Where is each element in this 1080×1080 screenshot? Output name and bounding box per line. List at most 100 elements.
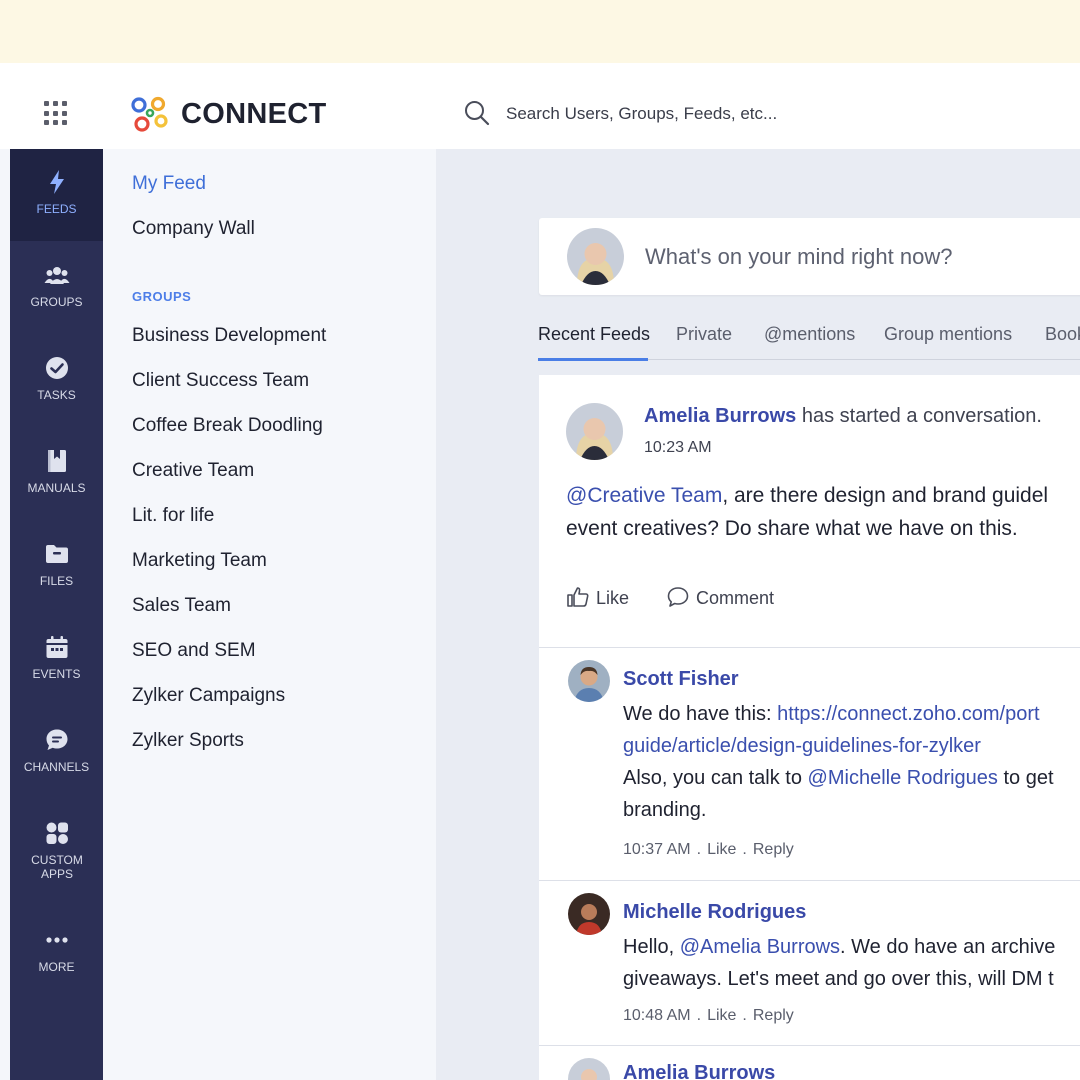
groups-heading: GROUPS xyxy=(132,289,192,304)
thumbs-up-icon xyxy=(567,587,589,607)
avatar xyxy=(568,893,610,935)
group-item[interactable]: SEO and SEM xyxy=(132,640,256,662)
like-label: Like xyxy=(596,588,630,608)
group-item[interactable]: Business Development xyxy=(132,325,326,347)
sidebar-item-feeds[interactable]: FEEDS xyxy=(10,149,103,241)
people-icon xyxy=(44,267,70,284)
apps-icon xyxy=(46,822,68,844)
composer-input[interactable] xyxy=(645,242,1080,272)
feed-main: Recent Feeds Private @mentions Group men… xyxy=(436,149,1080,1080)
url-link[interactable]: guide/article/design-guidelines-for-zylk… xyxy=(623,730,1080,762)
comment-body: Hello, @Amelia Burrows. We do have an ar… xyxy=(623,931,1080,995)
sidebar-item-channels[interactable]: CHANNELS xyxy=(10,707,103,799)
comment-button[interactable]: Comment xyxy=(666,585,774,609)
meta-separator: . xyxy=(696,841,702,858)
post-text: , are there design and brand guidel xyxy=(722,484,1049,507)
sidebar-item-more[interactable]: MORE xyxy=(10,907,103,999)
app-launcher-icon[interactable] xyxy=(44,101,69,126)
comment-text: . We do have an archive xyxy=(840,936,1056,958)
comment: Amelia Burrows xyxy=(539,1046,1080,1080)
comment-icon xyxy=(667,587,689,607)
feed-post: Amelia Burrows has started a conversatio… xyxy=(539,375,1080,647)
sidebar-item-label: MORE xyxy=(38,960,75,974)
sidebar-item-label: GROUPS xyxy=(30,295,83,309)
chat-icon xyxy=(46,729,68,750)
search-input[interactable] xyxy=(506,100,1046,128)
meta-separator: . xyxy=(696,1007,702,1024)
tab-recent-feeds[interactable]: Recent Feeds xyxy=(538,324,650,345)
connect-logo-icon xyxy=(131,96,168,132)
group-item[interactable]: Sales Team xyxy=(132,595,231,617)
calendar-icon xyxy=(46,636,68,658)
tab-private[interactable]: Private xyxy=(676,324,732,345)
sidebar-item-label: FILES xyxy=(39,574,74,588)
feed-tabs: Recent Feeds Private @mentions Group men… xyxy=(538,314,1080,361)
post-action-text: has started a conversation. xyxy=(801,405,1042,427)
post-body: @Creative Team, are there design and bra… xyxy=(566,479,1080,545)
lightning-icon xyxy=(50,170,64,194)
sidebar-item-files[interactable]: FILES xyxy=(10,521,103,613)
comment-author[interactable]: Michelle Rodrigues xyxy=(623,901,806,924)
sidebar-item-custom-apps[interactable]: CUSTOM APPS xyxy=(10,800,103,892)
sidebar: FEEDS GROUPS TASKS MANUALS FILES EVENTS xyxy=(10,149,103,1080)
sidebar-item-events[interactable]: EVENTS xyxy=(10,614,103,706)
sidebar-item-groups[interactable]: GROUPS xyxy=(10,242,103,334)
sidebar-item-label: CUSTOM APPS xyxy=(31,853,83,881)
tab-group-mentions[interactable]: Group mentions xyxy=(884,324,1012,345)
group-item[interactable]: Marketing Team xyxy=(132,550,267,572)
mention-link[interactable]: @Michelle Rodrigues xyxy=(808,767,998,789)
comment-meta: 10:48 AM. Like. Reply xyxy=(623,1007,794,1025)
post-header: Amelia Burrows has started a conversatio… xyxy=(644,405,1042,428)
comment-text: to get xyxy=(997,767,1054,789)
comment-time: 10:48 AM xyxy=(623,1007,691,1024)
comment-reply-button[interactable]: Reply xyxy=(753,1007,794,1024)
sidebar-item-tasks[interactable]: TASKS xyxy=(10,335,103,427)
post-text: event creatives? Do share what we have o… xyxy=(566,517,1018,540)
comment-like-button[interactable]: Like xyxy=(707,841,736,858)
mention-link[interactable]: @Amelia Burrows xyxy=(680,936,840,958)
comment-like-button[interactable]: Like xyxy=(707,1007,736,1024)
meta-separator: . xyxy=(742,841,747,858)
avatar xyxy=(567,228,624,285)
sidebar-item-label: MANUALS xyxy=(27,481,86,495)
like-button[interactable]: Like xyxy=(566,585,629,609)
group-item[interactable]: Lit. for life xyxy=(132,505,214,527)
check-circle-icon xyxy=(46,357,68,379)
comment-text: Hello, xyxy=(623,936,680,958)
group-item[interactable]: Coffee Break Doodling xyxy=(132,415,323,437)
app-name: CONNECT xyxy=(181,98,327,130)
comment-reply-button[interactable]: Reply xyxy=(753,841,794,858)
window-edge xyxy=(0,149,10,1080)
comment-text: Also, you can talk to xyxy=(623,767,808,789)
comment: Michelle Rodrigues Hello, @Amelia Burrow… xyxy=(539,881,1080,1045)
mention-link[interactable]: @Creative Team xyxy=(566,484,722,507)
group-item[interactable]: Zylker Campaigns xyxy=(132,685,285,707)
comment-author[interactable]: Scott Fisher xyxy=(623,668,739,691)
book-icon xyxy=(48,450,66,472)
top-banner xyxy=(0,0,1080,63)
search-icon[interactable] xyxy=(463,99,491,127)
group-item[interactable]: Creative Team xyxy=(132,460,254,482)
comment-author[interactable]: Amelia Burrows xyxy=(623,1062,775,1080)
comment-label: Comment xyxy=(696,588,775,608)
sidebar-item-label: EVENTS xyxy=(32,667,81,681)
comment-time: 10:37 AM xyxy=(623,841,691,858)
group-item[interactable]: Client Success Team xyxy=(132,370,309,392)
sidebar-item-manuals[interactable]: MANUALS xyxy=(10,428,103,520)
avatar xyxy=(566,403,623,460)
meta-separator: . xyxy=(742,1007,747,1024)
post-time: 10:23 AM xyxy=(644,439,712,456)
tab-mentions[interactable]: @mentions xyxy=(764,324,855,345)
panel-link-company-wall[interactable]: Company Wall xyxy=(132,218,255,240)
group-item[interactable]: Zylker Sports xyxy=(132,730,244,752)
tab-bookmarks[interactable]: Book xyxy=(1045,324,1080,345)
post-author[interactable]: Amelia Burrows xyxy=(644,405,796,427)
avatar xyxy=(568,1058,610,1080)
url-link[interactable]: https://connect.zoho.com/port xyxy=(777,703,1039,725)
comment-text: branding. xyxy=(623,799,707,821)
panel-link-my-feed[interactable]: My Feed xyxy=(132,173,206,195)
comment-meta: 10:37 AM. Like. Reply xyxy=(623,841,794,859)
comment: Scott Fisher We do have this: https://co… xyxy=(539,648,1080,880)
comment-text: We do have this: xyxy=(623,703,778,725)
post-composer[interactable] xyxy=(539,218,1080,295)
